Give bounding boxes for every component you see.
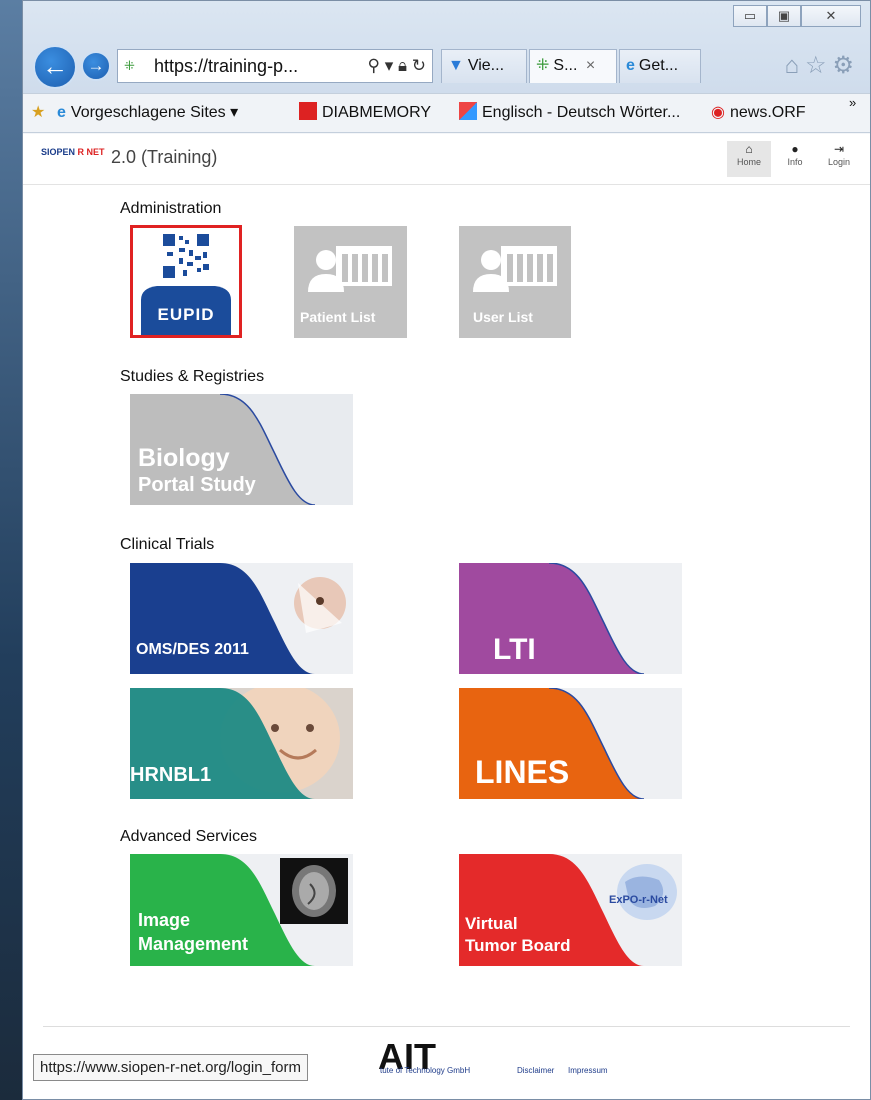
forward-button[interactable]: → [81, 51, 111, 81]
info-icon: ● [791, 142, 799, 156]
dictionary-icon [459, 102, 477, 120]
address-tools: ⚲ ▾ 🔒︎ ↻ [368, 50, 427, 82]
favorites-overflow[interactable]: » [849, 84, 856, 122]
maximize-button[interactable]: ▣ [767, 5, 801, 27]
tab-siopen[interactable]: ⁜ S... × [529, 49, 617, 83]
tile-image-management[interactable]: Image Management [130, 854, 353, 966]
login-icon: ⇥ [833, 142, 845, 156]
image-management-line1: Image [138, 910, 191, 930]
tile-omsdes-2011[interactable]: OMS/DES 2011 [130, 563, 353, 674]
lock-icon[interactable]: 🔒︎ [398, 56, 407, 75]
section-advanced-services: Advanced Services [120, 828, 257, 845]
site-favicon-icon: ⁜ [124, 58, 135, 73]
search-icon[interactable]: ⚲ [368, 56, 380, 75]
expo-r-net-logo: ExPO-r-Net [609, 894, 668, 906]
tile-eupid[interactable]: EUPID [130, 225, 242, 338]
favorite-news-orf[interactable]: ◉ news.ORF [711, 94, 806, 132]
minimize-button[interactable]: ▭ [733, 5, 767, 27]
favorite-diabmemory[interactable]: DIABMEMORY [299, 94, 431, 132]
nav-info[interactable]: ● Info [773, 141, 817, 177]
nav-login[interactable]: ⇥ Login [817, 141, 861, 177]
image-management-line2: Management [138, 934, 249, 954]
tab-view[interactable]: ▼ Vie... [441, 49, 527, 83]
biology-label-line1: Biology [138, 444, 230, 472]
dropdown-icon[interactable]: ▾ [385, 56, 394, 75]
eupid-label: EUPID [157, 305, 215, 324]
hrnbl1-label: HRNBL1 [130, 764, 212, 786]
address-bar[interactable]: ⁜ https://training-p... ⚲ ▾ 🔒︎ ↻ [117, 49, 433, 83]
site-header: SIOPEN R NET 2.0 (Training) ⌂ Home ● Info … [23, 134, 870, 185]
settings-gear-icon[interactable]: ⚙ [832, 52, 860, 79]
tab-close-icon[interactable]: × [586, 57, 595, 74]
back-button[interactable]: ← [33, 45, 77, 89]
browser-icons: ⌂☆⚙ [784, 51, 860, 80]
home-icon: ⌂ [745, 142, 753, 156]
footer-company: tute of Technology GmbH [380, 1066, 471, 1075]
section-clinical-trials: Clinical Trials [120, 536, 215, 553]
virtual-tumor-board-line2: Tumor Board [465, 936, 571, 955]
section-studies: Studies & Registries [120, 368, 265, 385]
virtual-tumor-board-line1: Virtual [465, 914, 518, 933]
browser-window: ▭ ▣ ✕ ← → ⁜ https://training-p... ⚲ ▾ 🔒︎… [22, 0, 871, 1100]
patient-list-label: Patient List [300, 309, 376, 325]
user-list-label: User List [473, 309, 533, 325]
tile-biology-portal-study[interactable]: Biology Portal Study [130, 394, 353, 505]
biology-label-line2: Portal Study [138, 474, 256, 496]
diabmemory-icon [299, 102, 317, 120]
omsdes-label: OMS/DES 2011 [136, 641, 249, 658]
orf-icon: ◉ [711, 104, 725, 121]
forward-arrow-icon: → [87, 56, 105, 75]
footer-divider [43, 1026, 850, 1027]
filter-icon: ▼ [448, 57, 464, 74]
tile-hrnbl1[interactable]: HRNBL1 [130, 688, 353, 799]
nav-home[interactable]: ⌂ Home [727, 141, 771, 177]
siopen-logo[interactable]: SIOPEN R NET [41, 147, 105, 157]
refresh-icon[interactable]: ↻ [412, 56, 426, 75]
lines-label: LINES [475, 754, 570, 790]
close-window-button[interactable]: ✕ [801, 5, 861, 27]
tab-label: Vie... [467, 57, 505, 74]
tab-label: Get... [638, 57, 679, 74]
favorites-bar: ★ e Vorgeschlagene Sites ▾ DIABMEMORY Eng… [23, 93, 870, 133]
tile-user-list[interactable]: User List [459, 226, 571, 338]
favorites-star-icon[interactable]: ☆ [805, 52, 833, 79]
status-url-tooltip: https://www.siopen-r-net.org/login_form [33, 1054, 308, 1081]
address-url: https://training-p... [154, 56, 299, 76]
ie-icon: e [57, 104, 66, 121]
tab-get[interactable]: e Get... [619, 49, 701, 83]
favorite-englisch-deutsch[interactable]: Englisch - Deutsch Wörter... [459, 94, 680, 132]
site-title: 2.0 (Training) [111, 147, 218, 167]
tile-lines[interactable]: LINES [459, 688, 682, 799]
tile-patient-list[interactable]: Patient List [294, 226, 407, 338]
footer-impressum-link[interactable]: Impressum [568, 1066, 608, 1075]
tile-virtual-tumor-board[interactable]: ExPO-r-Net Virtual Tumor Board [459, 854, 682, 966]
web-page: SIOPEN R NET 2.0 (Training) ⌂ Home ● Info … [23, 134, 870, 1099]
favorites-star-icon[interactable]: ★ [31, 94, 45, 132]
siopen-icon: ⁜ [536, 57, 550, 74]
ie-icon: e [626, 57, 635, 74]
home-browser-icon[interactable]: ⌂ [784, 52, 805, 79]
title-bar: ▭ ▣ ✕ ← → ⁜ https://training-p... ⚲ ▾ 🔒︎… [23, 1, 870, 93]
tile-lti[interactable]: LTI [459, 563, 682, 674]
back-arrow-icon: ← [42, 51, 68, 81]
tab-label: S... [553, 57, 578, 74]
lti-label: LTI [493, 633, 536, 666]
section-administration: Administration [120, 200, 222, 217]
favorite-vorgeschlagene[interactable]: e Vorgeschlagene Sites ▾ [57, 94, 238, 132]
footer-disclaimer-link[interactable]: Disclaimer [517, 1066, 554, 1075]
